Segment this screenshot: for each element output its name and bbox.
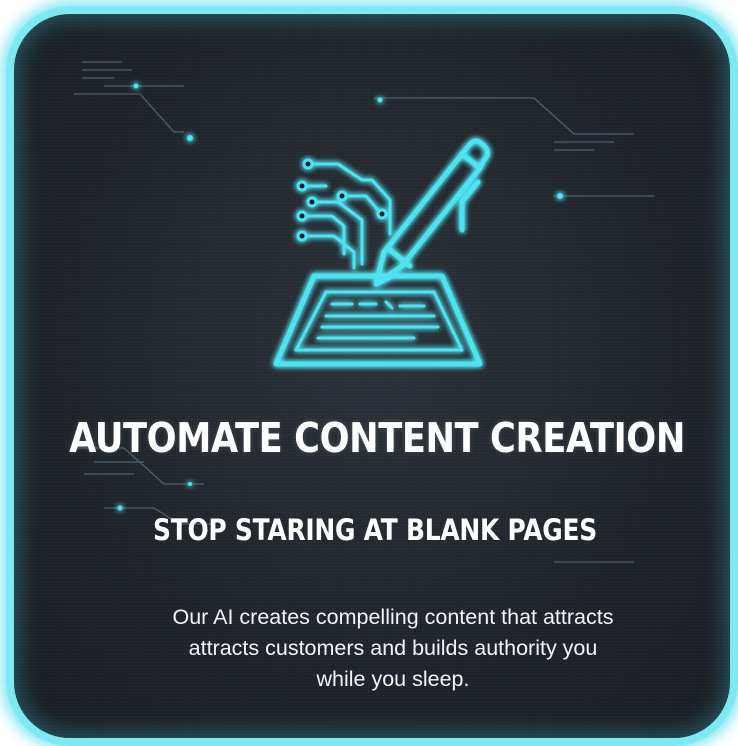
description-line: Our AI creates compelling content that a… bbox=[172, 605, 614, 629]
description-line: attracts customers and builds authority … bbox=[188, 636, 598, 660]
headline: AUTOMATE CONTENT CREATION bbox=[69, 414, 685, 462]
description-line: while you sleep. bbox=[316, 667, 470, 691]
ai-pen-writing-icon bbox=[273, 138, 491, 367]
subheadline: STOP STARING AT BLANK PAGES bbox=[153, 513, 597, 547]
description: Our AI creates compelling content that a… bbox=[103, 602, 683, 695]
feature-card: AUTOMATE CONTENT CREATION STOP STARING A… bbox=[6, 6, 738, 746]
